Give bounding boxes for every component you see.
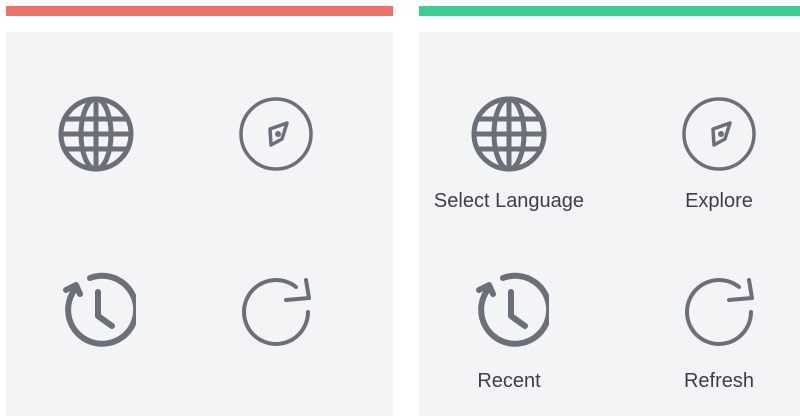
left-panel bbox=[6, 0, 393, 416]
left-card bbox=[6, 32, 393, 416]
left-tile-globe[interactable] bbox=[6, 94, 186, 174]
refresh-button[interactable]: Refresh bbox=[629, 272, 800, 396]
recent-button[interactable]: Recent bbox=[419, 272, 599, 396]
right-panel: Select Language Explore Recent Refresh bbox=[419, 0, 800, 416]
compass-icon bbox=[236, 94, 316, 174]
recent-label: Recent bbox=[477, 370, 541, 392]
history-icon bbox=[56, 272, 136, 352]
refresh-icon bbox=[679, 272, 759, 352]
history-icon bbox=[469, 272, 549, 352]
refresh-label: Refresh bbox=[683, 370, 755, 392]
right-card: Select Language Explore Recent Refresh bbox=[419, 32, 800, 416]
compass-icon bbox=[679, 94, 759, 174]
left-tile-refresh[interactable] bbox=[186, 272, 366, 352]
right-accent-bar bbox=[419, 6, 800, 16]
left-tile-history[interactable] bbox=[6, 272, 186, 352]
globe-icon bbox=[469, 94, 549, 174]
refresh-icon bbox=[236, 272, 316, 352]
globe-icon bbox=[56, 94, 136, 174]
left-tile-compass[interactable] bbox=[186, 94, 366, 174]
left-accent-bar bbox=[6, 6, 393, 16]
select-language-button[interactable]: Select Language bbox=[419, 94, 599, 218]
explore-label: Explore bbox=[685, 190, 753, 212]
select-language-label: Select Language bbox=[433, 190, 585, 212]
explore-button[interactable]: Explore bbox=[629, 94, 800, 218]
